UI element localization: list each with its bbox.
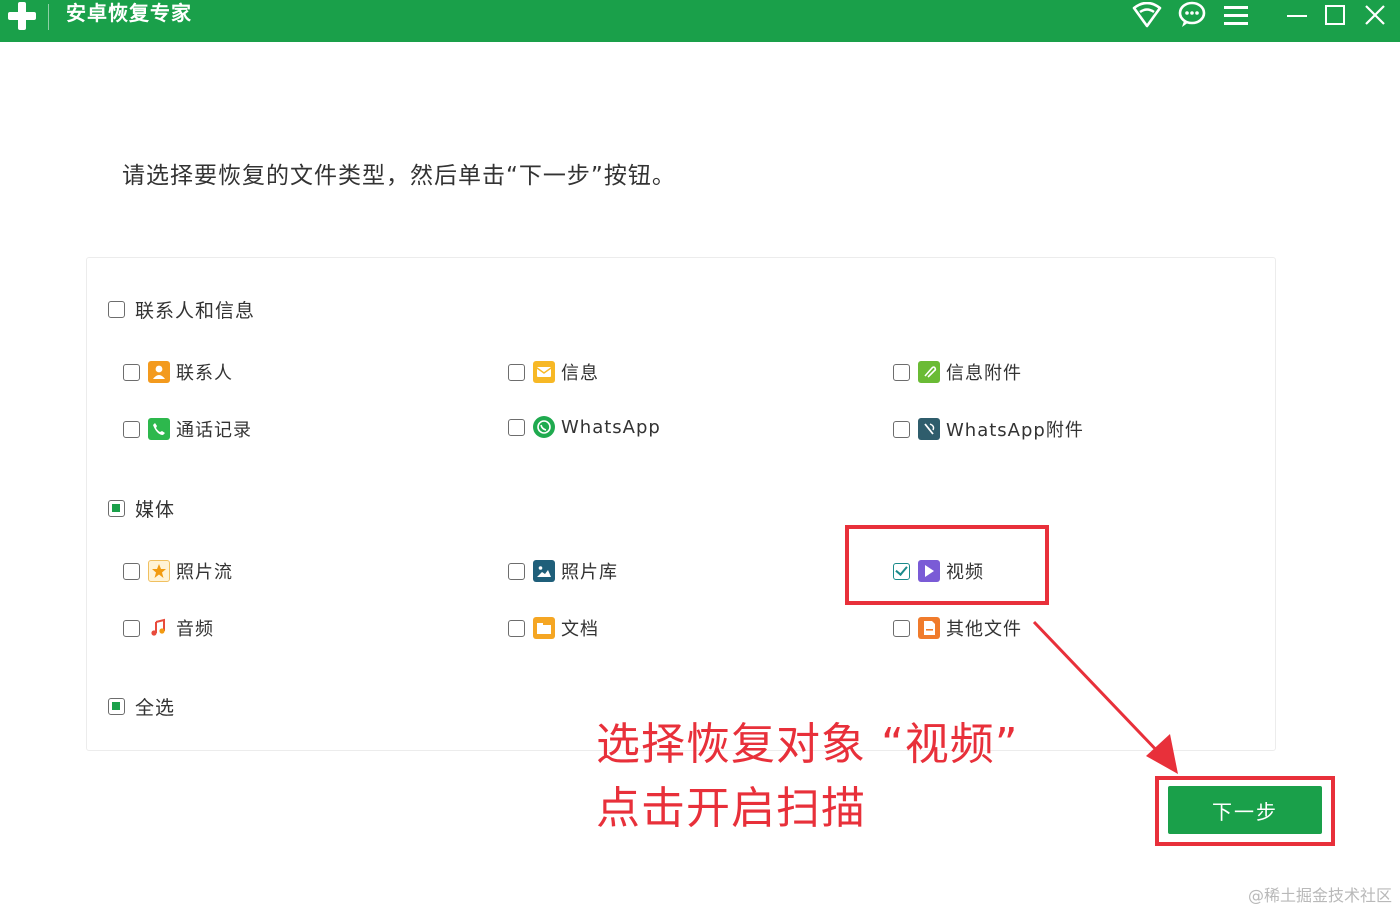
item-label: 联系人 — [176, 363, 233, 384]
whatsapp-icon — [533, 416, 555, 438]
item-contacts[interactable]: 联系人 — [123, 359, 233, 385]
item-label: 信息 — [561, 363, 599, 384]
maximize-icon[interactable] — [1318, 0, 1352, 30]
wifi-icon[interactable] — [1130, 0, 1164, 30]
item-checkbox[interactable] — [893, 420, 910, 438]
item-messages[interactable]: 信息 — [508, 359, 599, 385]
item-label: WhatsApp附件 — [946, 420, 1084, 441]
highlight-video-box — [845, 525, 1049, 605]
item-checkbox[interactable] — [123, 619, 140, 637]
instruction-text: 请选择要恢复的文件类型，然后单击“下一步”按钮。 — [122, 163, 676, 189]
close-icon[interactable] — [1358, 0, 1392, 30]
item-message-attachments[interactable]: 信息附件 — [893, 359, 1022, 385]
item-checkbox[interactable] — [123, 363, 140, 381]
item-checkbox[interactable] — [508, 418, 525, 436]
item-documents[interactable]: 文档 — [508, 615, 599, 641]
item-label: 文档 — [561, 619, 599, 640]
select-all-label: 全选 — [135, 697, 176, 719]
item-checkbox[interactable] — [508, 363, 525, 381]
chat-icon[interactable] — [1175, 0, 1209, 30]
watermark: @稀土掘金技术社区 — [1247, 886, 1392, 905]
minimize-icon[interactable] — [1280, 0, 1314, 30]
message-icon — [533, 361, 555, 383]
select-all-checkbox[interactable] — [108, 698, 125, 715]
item-checkbox[interactable] — [123, 562, 140, 580]
attachment-icon — [918, 361, 940, 383]
phone-icon — [148, 418, 170, 440]
file-icon — [918, 617, 940, 639]
item-label: 照片流 — [176, 562, 233, 583]
item-checkbox[interactable] — [123, 420, 140, 438]
title-bar: 安卓恢复专家 — [0, 0, 1400, 42]
item-whatsapp-attachments[interactable]: WhatsApp附件 — [893, 416, 1084, 442]
folder-icon — [533, 617, 555, 639]
item-checkbox[interactable] — [508, 562, 525, 580]
item-label: 信息附件 — [946, 363, 1022, 384]
item-label: 照片库 — [561, 562, 618, 583]
group-contacts-checkbox[interactable] — [108, 301, 125, 318]
star-icon — [148, 560, 170, 582]
item-photo-library[interactable]: 照片库 — [508, 558, 618, 584]
annotation-line-1: 选择恢复对象 “视频” — [596, 719, 1019, 770]
group-contacts[interactable]: 联系人和信息 — [108, 296, 255, 323]
contact-icon — [148, 361, 170, 383]
next-button[interactable]: 下一步 — [1168, 786, 1322, 834]
item-call-log[interactable]: 通话记录 — [123, 416, 252, 442]
item-label: WhatsApp — [561, 416, 661, 438]
group-media-label: 媒体 — [135, 499, 176, 521]
app-title: 安卓恢复专家 — [66, 1, 192, 25]
annotation-line-2: 点击开启扫描 — [596, 783, 866, 834]
group-media-checkbox[interactable] — [108, 500, 125, 517]
app-logo-icon — [4, 0, 40, 34]
music-icon — [148, 617, 170, 639]
item-checkbox[interactable] — [893, 619, 910, 637]
item-audio[interactable]: 音频 — [123, 615, 214, 641]
item-whatsapp[interactable]: WhatsApp — [508, 416, 661, 438]
whatsapp-attachment-icon — [918, 418, 940, 440]
select-all[interactable]: 全选 — [108, 693, 175, 720]
annotation-arrow-icon — [1032, 620, 1178, 774]
title-separator — [48, 4, 49, 30]
item-photo-stream[interactable]: 照片流 — [123, 558, 233, 584]
item-label: 通话记录 — [176, 420, 252, 441]
group-media[interactable]: 媒体 — [108, 495, 175, 522]
item-label: 音频 — [176, 619, 214, 640]
item-checkbox[interactable] — [508, 619, 525, 637]
item-checkbox[interactable] — [893, 363, 910, 381]
group-contacts-label: 联系人和信息 — [135, 300, 256, 322]
menu-icon[interactable] — [1219, 0, 1253, 30]
item-label: 其他文件 — [946, 619, 1022, 640]
photo-icon — [533, 560, 555, 582]
item-other-files[interactable]: 其他文件 — [893, 615, 1022, 641]
